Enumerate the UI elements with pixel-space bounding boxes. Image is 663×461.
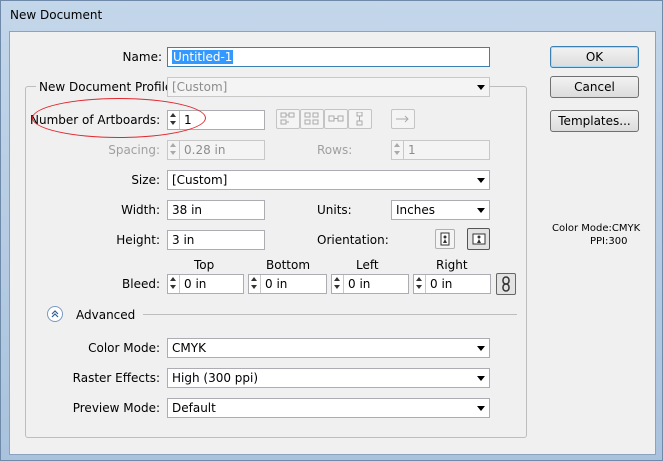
size-label: Size: [131,173,160,187]
preview-mode-label: Preview Mode: [72,401,160,415]
annotation-ellipse [32,98,206,138]
stepper-arrows-icon[interactable] [414,275,426,293]
rows-value: 1 [408,143,416,157]
new-document-dialog: New Document Name: Untitled-1 New Docume… [0,0,663,461]
link-chain-icon[interactable] [496,273,516,295]
name-label: Name: [122,50,162,64]
grid-by-column-icon[interactable] [300,109,324,129]
chevron-down-icon [477,85,485,90]
advanced-label: Advanced [76,308,136,322]
bleed-top-input[interactable]: 0 in [167,274,244,294]
name-value: Untitled-1 [172,50,234,64]
profile-label: New Document Profile: [36,80,180,94]
bleed-left-header: Left [356,258,379,272]
height-label: Height: [116,233,160,247]
chevron-down-icon [477,376,485,381]
bleed-top-value: 0 in [184,277,207,291]
units-select[interactable]: Inches [391,200,490,220]
color-mode-value: CMYK [172,341,206,355]
rows-label: Rows: [317,143,353,157]
document-summary: Color Mode:CMYK PPI:300 [552,222,640,248]
raster-effects-label: Raster Effects: [72,371,160,385]
stepper-arrows-icon[interactable] [392,141,404,159]
bleed-bottom-header: Bottom [266,258,311,272]
chevron-down-icon [477,208,485,213]
portrait-orientation-icon[interactable] [435,229,455,249]
color-mode-label: Color Mode: [88,341,160,355]
profile-select[interactable]: [Custom] [167,77,490,97]
height-input[interactable]: 3 in [167,230,265,250]
stepper-arrows-icon[interactable] [168,141,180,159]
window-title: New Document [10,8,103,22]
layout-direction-icon[interactable] [391,109,415,129]
grid-by-row-icon[interactable] [276,109,300,129]
units-label: Units: [317,203,352,217]
width-value: 38 in [172,203,203,217]
ok-button[interactable]: OK [550,46,639,68]
cancel-button[interactable]: Cancel [550,76,639,98]
summary-ppi: PPI:300 [590,236,628,247]
profile-value: [Custom] [172,80,228,94]
spacing-value: 0.28 in [184,143,226,157]
bleed-right-value: 0 in [430,277,453,291]
summary-color-mode: Color Mode:CMYK [552,223,641,234]
rows-input[interactable]: 1 [391,140,490,160]
spacing-label: Spacing: [108,143,160,157]
raster-effects-value: High (300 ppi) [172,371,259,385]
size-value: [Custom] [172,173,228,187]
bleed-right-input[interactable]: 0 in [413,274,491,294]
arrange-by-column-icon[interactable] [348,109,372,129]
preview-mode-select[interactable]: Default [167,398,490,418]
width-input[interactable]: 38 in [167,200,265,220]
spacing-input[interactable]: 0.28 in [167,140,265,160]
stepper-arrows-icon[interactable] [249,275,261,293]
templates-button[interactable]: Templates... [550,110,639,132]
chevron-down-icon [477,406,485,411]
size-select[interactable]: [Custom] [167,170,490,190]
name-input[interactable]: Untitled-1 [167,47,490,67]
chevron-down-icon [477,346,485,351]
landscape-orientation-icon[interactable] [467,228,490,250]
units-value: Inches [396,203,435,217]
title-bar[interactable]: New Document [1,1,662,31]
bleed-top-header: Top [194,258,215,272]
orientation-label: Orientation: [317,233,389,247]
arrange-by-row-icon[interactable] [324,109,348,129]
chevron-down-icon [477,178,485,183]
raster-effects-select[interactable]: High (300 ppi) [167,368,490,388]
bleed-left-value: 0 in [348,277,371,291]
height-value: 3 in [172,233,195,247]
bleed-right-header: Right [436,258,468,272]
bleed-label: Bleed: [122,277,160,291]
stepper-arrows-icon[interactable] [168,275,180,293]
color-mode-select[interactable]: CMYK [167,338,490,358]
advanced-divider [143,314,517,315]
bleed-bottom-value: 0 in [265,277,288,291]
bleed-left-input[interactable]: 0 in [331,274,409,294]
stepper-arrows-icon[interactable] [332,275,344,293]
preview-mode-value: Default [172,401,216,415]
bleed-bottom-input[interactable]: 0 in [248,274,327,294]
collapse-advanced-icon[interactable] [47,306,63,322]
width-label: Width: [121,203,160,217]
